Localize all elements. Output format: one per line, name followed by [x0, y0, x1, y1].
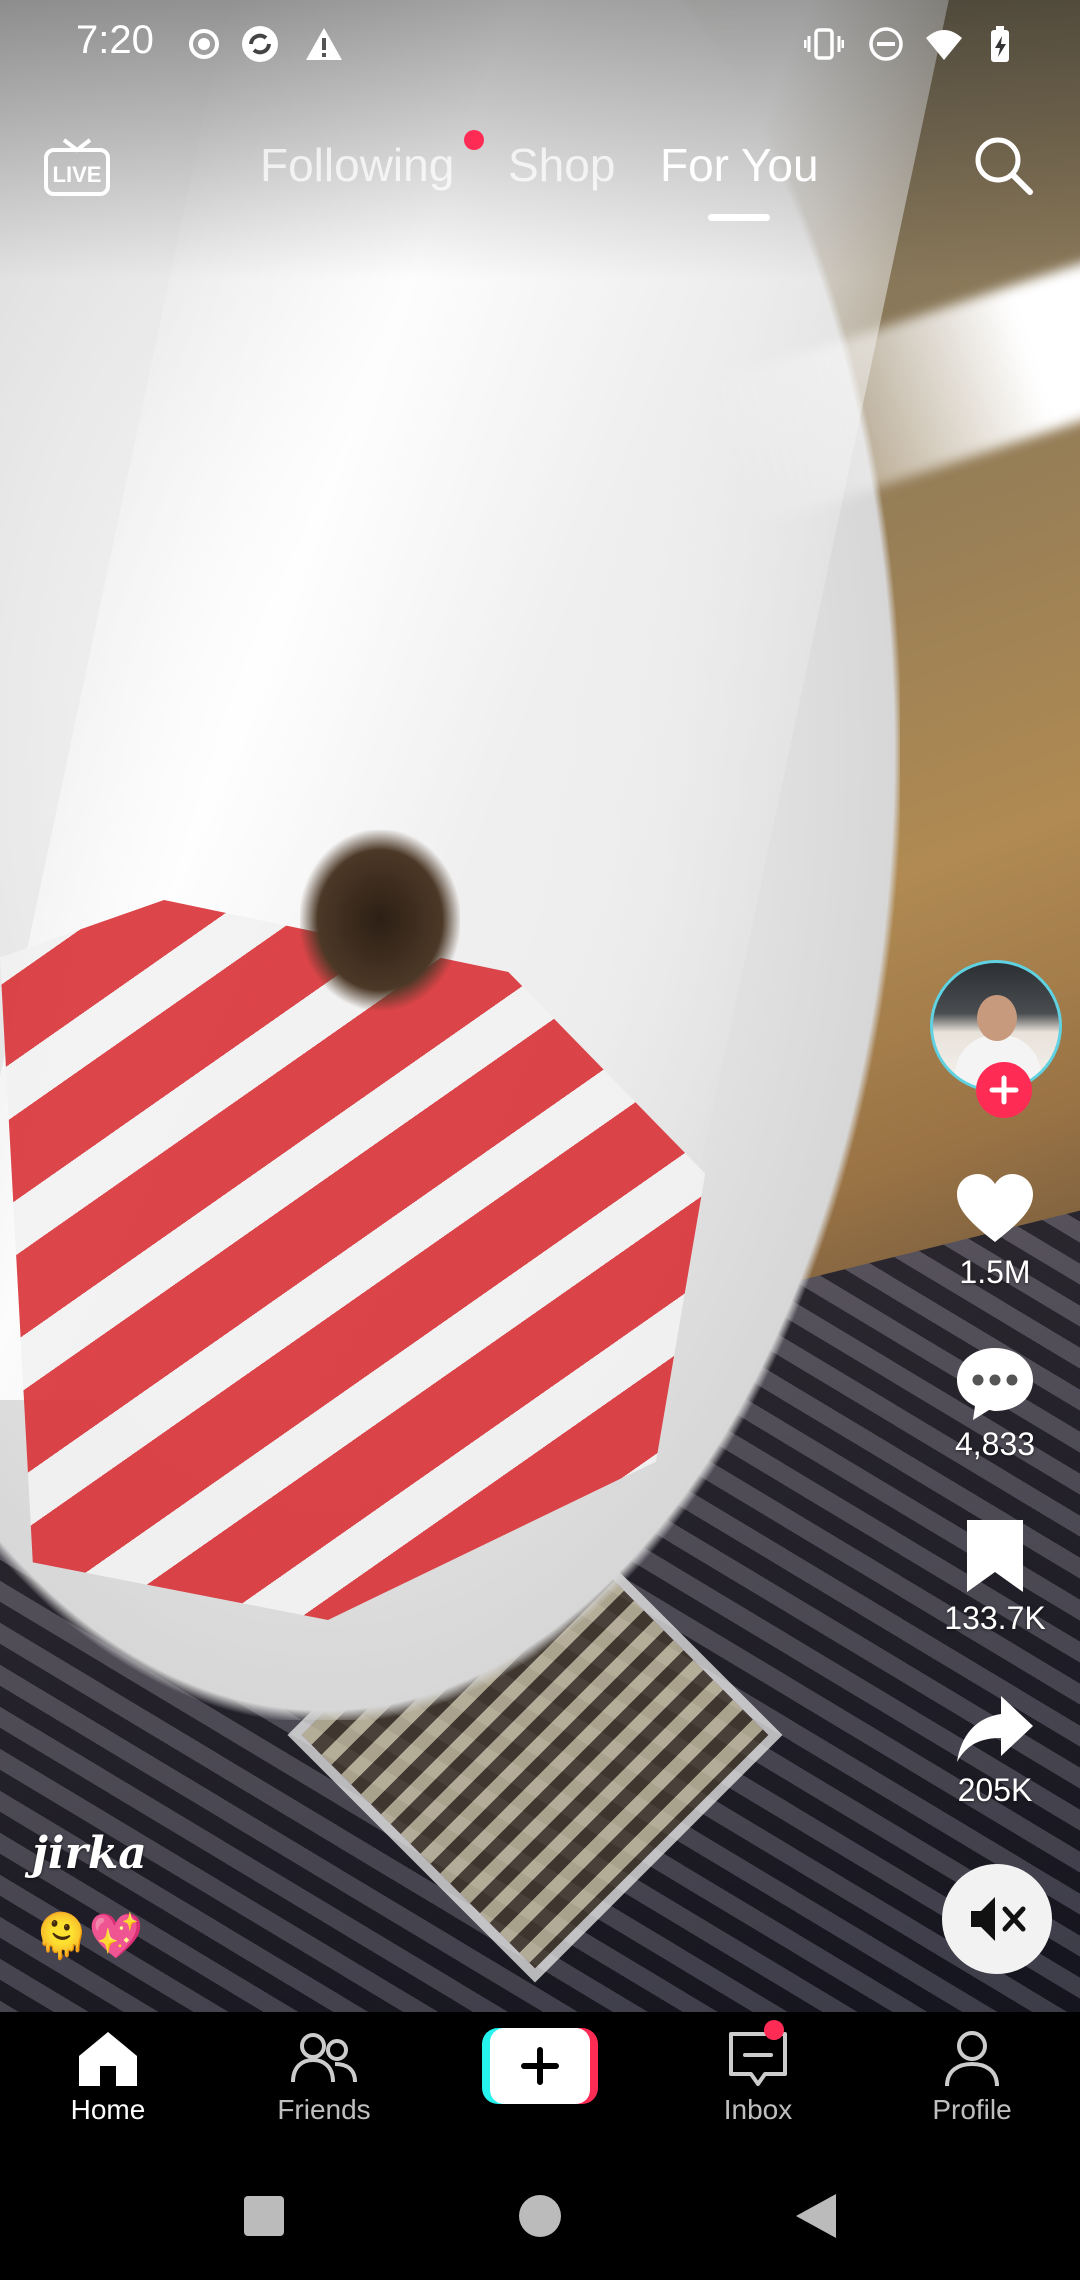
- plus-icon: [989, 1075, 1019, 1105]
- top-nav: LIVE Following Shop For You: [0, 118, 1080, 228]
- nav-profile-label: Profile: [932, 2094, 1012, 2125]
- bookmark-count: 133.7K: [944, 1600, 1046, 1636]
- nav-home-label: Home: [70, 2094, 146, 2125]
- record-icon: [189, 29, 219, 59]
- speaker-muted-icon: [971, 1897, 1026, 1941]
- search-icon[interactable]: [970, 132, 1036, 198]
- live-tv-icon[interactable]: LIVE: [42, 130, 112, 200]
- status-bar: 7:20: [0, 0, 1080, 86]
- tab-shop[interactable]: Shop: [508, 138, 615, 192]
- creator-avatar-button[interactable]: [930, 960, 1062, 1118]
- wifi-icon: [926, 30, 962, 60]
- recents-square-icon[interactable]: [234, 2186, 294, 2246]
- nav-home[interactable]: Home: [28, 2024, 188, 2126]
- battery-charging-icon: [991, 26, 1009, 62]
- do-not-disturb-icon: [869, 27, 903, 61]
- back-triangle-icon[interactable]: [786, 2186, 846, 2246]
- comment-icon: [957, 1348, 1033, 1420]
- svg-text:LIVE: LIVE: [53, 162, 102, 187]
- warning-icon: [306, 28, 342, 60]
- nav-friends[interactable]: Friends: [244, 2024, 404, 2126]
- create-plus-icon: [521, 2047, 559, 2085]
- nav-profile[interactable]: Profile: [892, 2024, 1052, 2126]
- tab-following[interactable]: Following: [260, 138, 454, 192]
- share-count: 205K: [957, 1772, 1033, 1808]
- video-caption: 🫠💖: [34, 1912, 144, 1961]
- sync-icon: [242, 26, 278, 62]
- vibrate-icon: [804, 28, 844, 60]
- nav-friends-label: Friends: [277, 2094, 371, 2125]
- system-nav-bar: [0, 2152, 1080, 2280]
- inbox-notification-dot: [764, 2020, 784, 2040]
- status-time: 7:20: [76, 18, 154, 62]
- share-button[interactable]: 205K: [920, 1686, 1070, 1809]
- home-icon: [79, 2032, 137, 2086]
- like-count: 1.5M: [959, 1254, 1031, 1290]
- nav-inbox-label: Inbox: [723, 2094, 793, 2125]
- home-circle-icon[interactable]: [510, 2186, 570, 2246]
- mute-button[interactable]: [942, 1864, 1052, 1974]
- create-button[interactable]: [482, 2028, 598, 2104]
- comment-button[interactable]: 4,833: [920, 1340, 1070, 1463]
- heart-icon: [957, 1174, 1033, 1242]
- share-icon: [957, 1696, 1033, 1762]
- bookmark-icon: [967, 1520, 1023, 1592]
- avatar-figure-face: [977, 995, 1017, 1041]
- active-tab-indicator: [708, 214, 770, 221]
- follow-button[interactable]: [976, 1062, 1032, 1118]
- profile-icon: [945, 2031, 999, 2087]
- creator-username[interactable]: jirka: [32, 1828, 147, 1879]
- friends-icon: [291, 2033, 357, 2083]
- video-player[interactable]: [0, 0, 1080, 2012]
- video-bag-opening: [300, 830, 460, 1010]
- nav-inbox[interactable]: Inbox: [678, 2020, 838, 2126]
- bottom-nav: Home Friends Inbox Profile: [0, 2012, 1080, 2152]
- create-button-face: [490, 2028, 590, 2104]
- following-notification-dot: [464, 130, 484, 150]
- bookmark-button[interactable]: 133.7K: [920, 1514, 1070, 1637]
- tab-for-you[interactable]: For You: [660, 138, 819, 192]
- like-button[interactable]: 1.5M: [920, 1168, 1070, 1291]
- comment-count: 4,833: [954, 1426, 1036, 1462]
